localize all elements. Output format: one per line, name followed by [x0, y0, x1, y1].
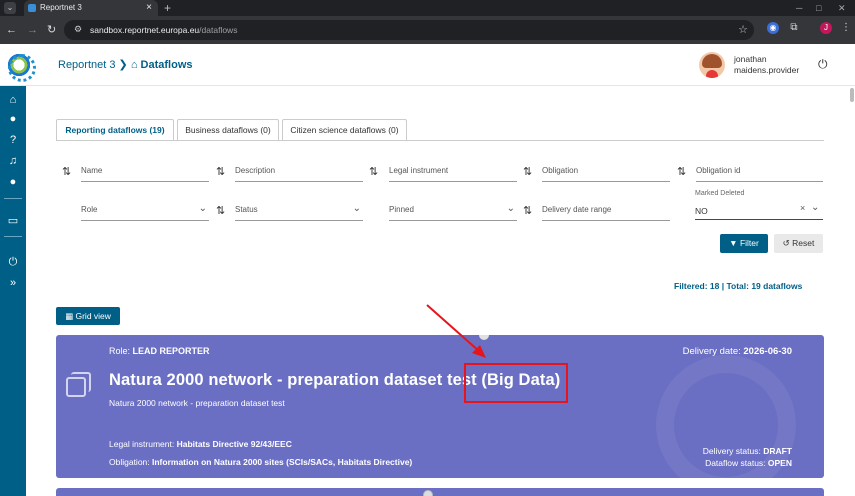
marked-deleted-underline — [695, 219, 823, 220]
sort-icon[interactable]: ⇅ — [62, 165, 71, 178]
chevron-right-icon: ❯ — [118, 59, 131, 71]
filter-summary: Filtered: 18 | Total: 19 dataflows — [674, 281, 803, 291]
close-window-icon[interactable]: ✕ — [838, 0, 846, 16]
sort-icon[interactable]: ⇅ — [523, 204, 532, 217]
card-legal-instrument: Legal instrument: Habitats Directive 92/… — [109, 439, 292, 449]
minimize-icon[interactable]: ─ — [796, 0, 802, 16]
tab-search-icon[interactable]: ⌄ — [4, 2, 16, 14]
next-dataflow-card[interactable] — [56, 488, 824, 496]
role-dropdown[interactable]: Role ⌄ — [81, 203, 209, 221]
delivery-date-range-input[interactable]: Delivery date range — [542, 203, 670, 221]
chevron-down-icon: ⌄ — [352, 203, 361, 214]
power-icon[interactable]: ⏻ — [0, 255, 26, 269]
reset-button[interactable]: ↺ Reset — [774, 234, 823, 253]
bookmark-star-icon[interactable]: ☆ — [738, 23, 748, 36]
profile-icon[interactable]: J — [820, 22, 832, 34]
expand-icon[interactable]: » — [0, 276, 26, 290]
legal-instrument-filter-input[interactable]: Legal instrument — [389, 164, 517, 182]
chat-icon[interactable]: ● — [0, 175, 26, 189]
extensions-puzzle-icon[interactable]: ⧉ — [788, 22, 800, 34]
card-role: Role: LEAD REPORTER — [109, 346, 210, 356]
bell-icon[interactable]: ♫ — [0, 154, 26, 168]
annotation-highlight-box — [464, 363, 568, 403]
reload-icon[interactable]: ↻ — [47, 23, 56, 37]
name-filter-input[interactable]: Name — [81, 164, 209, 182]
user-name[interactable]: jonathan maidens.provider — [734, 54, 799, 76]
grid-icon: ▦ — [65, 311, 76, 321]
browser-tab-title: Reportnet 3 — [40, 3, 82, 12]
laptop-icon[interactable]: ▭ — [0, 214, 26, 228]
pinned-dropdown[interactable]: Pinned ⌄ — [389, 203, 517, 221]
back-icon[interactable]: ← — [6, 23, 17, 37]
help-icon[interactable]: ? — [0, 133, 26, 147]
breadcrumb: Reportnet 3 ❯ ⌂ Dataflows — [58, 58, 193, 71]
screen-dot — [423, 490, 433, 496]
sort-icon[interactable]: ⇅ — [369, 165, 378, 178]
filter-button[interactable]: ▼ Filter — [720, 234, 768, 253]
clear-icon[interactable]: × — [800, 203, 805, 213]
obligation-id-filter-input[interactable]: Obligation id — [696, 164, 823, 182]
home-icon[interactable]: ⌂ — [0, 93, 26, 107]
logout-power-icon[interactable]: ⏻ — [818, 57, 828, 72]
breadcrumb-root[interactable]: Reportnet 3 — [58, 59, 115, 71]
maximize-icon[interactable]: □ — [816, 0, 821, 16]
app-header: Reportnet 3 ❯ ⌂ Dataflows jonathan maide… — [0, 44, 855, 86]
reportnet-logo[interactable] — [6, 52, 36, 82]
url-text: sandbox.reportnet.europa.eu/dataflows — [90, 25, 238, 35]
chevron-down-icon: ⌄ — [506, 203, 515, 214]
sidebar-divider — [4, 198, 22, 199]
card-delivery-date: Delivery date: 2026-06-30 — [682, 346, 792, 357]
tab-business-dataflows[interactable]: Business dataflows (0) — [177, 119, 279, 141]
marked-deleted-label: Marked Deleted — [695, 190, 745, 197]
address-bar[interactable]: ⚙ sandbox.reportnet.europa.eu/dataflows … — [64, 20, 754, 40]
description-filter-input[interactable]: Description — [235, 164, 363, 182]
sort-icon[interactable]: ⇅ — [523, 165, 532, 178]
site-info-icon[interactable]: ⚙ — [74, 24, 82, 35]
avatar[interactable] — [699, 52, 725, 78]
obligation-filter-input[interactable]: Obligation — [542, 164, 670, 182]
forward-icon[interactable]: → — [27, 23, 38, 37]
chevron-down-icon: ⌄ — [198, 203, 207, 214]
marked-deleted-value[interactable]: NO — [695, 206, 708, 216]
browser-toolbar: ← → ↻ ⚙ sandbox.reportnet.europa.eu/data… — [0, 16, 855, 44]
card-delivery-status: Delivery status: DRAFT — [702, 446, 792, 456]
copy-icon-front — [66, 377, 86, 397]
breadcrumb-current: Dataflows — [140, 59, 193, 71]
chevron-down-icon[interactable]: ⌄ — [811, 202, 819, 213]
sidebar-divider — [4, 236, 22, 237]
sidebar: ⌂ ● ? ♫ ● ▭ ⏻ » — [0, 86, 26, 496]
card-subtitle: Natura 2000 network - preparation datase… — [109, 398, 285, 408]
tab-citizen-science-dataflows[interactable]: Citizen science dataflows (0) — [282, 119, 407, 141]
favicon-icon — [28, 4, 36, 12]
browser-menu-icon[interactable]: ⋮ — [840, 22, 852, 34]
home-icon: ⌂ — [130, 59, 138, 71]
extension-icon[interactable]: ◉ — [767, 22, 779, 34]
reset-icon: ↺ — [782, 238, 793, 248]
sort-icon[interactable]: ⇅ — [677, 165, 686, 178]
card-dataflow-status: Dataflow status: OPEN — [705, 458, 792, 468]
filter-icon: ▼ — [729, 238, 740, 248]
sort-icon[interactable]: ⇅ — [216, 204, 225, 217]
tabs-divider — [56, 140, 824, 141]
user-icon[interactable]: ● — [0, 112, 26, 126]
new-tab-button[interactable]: + — [164, 0, 171, 16]
browser-tab[interactable]: Reportnet 3 × — [24, 0, 158, 16]
close-tab-icon[interactable]: × — [146, 0, 152, 16]
scrollbar[interactable] — [850, 88, 854, 102]
screen-dot — [479, 335, 489, 340]
card-obligation: Obligation: Information on Natura 2000 s… — [109, 457, 413, 467]
tab-reporting-dataflows[interactable]: Reporting dataflows (19) — [56, 119, 174, 141]
dataflow-card[interactable]: Role: LEAD REPORTER Delivery date: 2026-… — [56, 335, 824, 478]
browser-tab-bar: ⌄ Reportnet 3 × + ─ □ ✕ — [0, 0, 855, 16]
status-dropdown[interactable]: Status ⌄ — [235, 203, 363, 221]
sort-icon[interactable]: ⇅ — [216, 165, 225, 178]
grid-view-button[interactable]: ▦ Grid view — [56, 307, 120, 325]
